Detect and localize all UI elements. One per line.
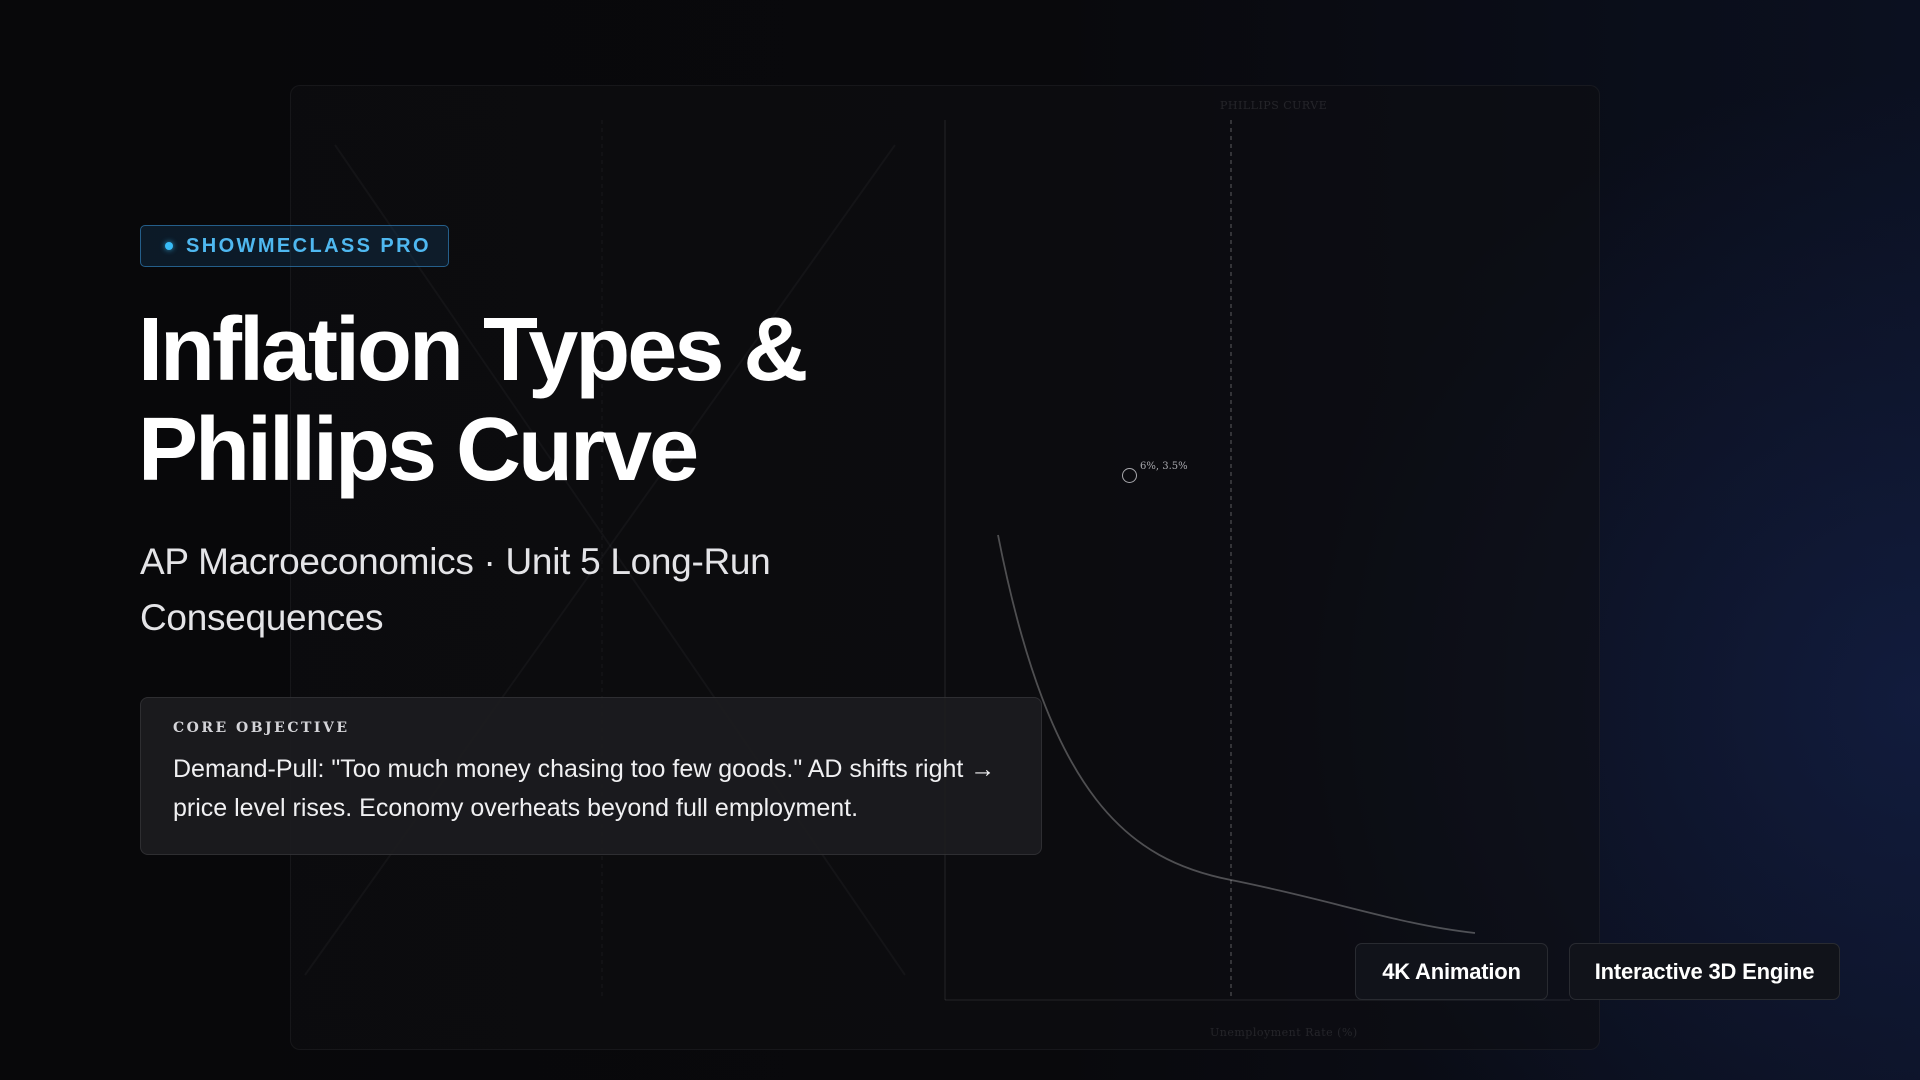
brand-badge-label: SHOWMECLASS PRO <box>186 234 431 257</box>
status-dot-icon <box>165 242 173 250</box>
core-objective-card: CORE OBJECTIVE Demand-Pull: "Too much mo… <box>140 697 1042 855</box>
page-title-line-2: Phillips Curve <box>138 400 699 500</box>
srpc-curve <box>997 534 1476 934</box>
page-title: Inflation Types & Phillips Curve <box>138 300 1038 500</box>
feature-4k-animation-button[interactable]: 4K Animation <box>1355 943 1548 1000</box>
slide-stage: PHILLIPS CURVE Unemployment Rate (%) 6%,… <box>0 0 1920 1080</box>
equilibrium-point-marker <box>1122 468 1137 483</box>
page-title-line-1: Inflation Types & <box>138 300 808 400</box>
brand-badge: SHOWMECLASS PRO <box>140 225 449 267</box>
core-objective-text: Demand-Pull: "Too much money chasing too… <box>173 755 996 822</box>
phillips-x-axis-label: Unemployment Rate (%) <box>1210 1026 1358 1039</box>
equilibrium-point-label: 6%, 3.5% <box>1140 461 1188 472</box>
core-objective-label: CORE OBJECTIVE <box>173 720 350 736</box>
page-subtitle: AP Macroeconomics · Unit 5 Long-Run Cons… <box>140 541 771 638</box>
phillips-chart-title: PHILLIPS CURVE <box>1220 99 1328 112</box>
feature-interactive-3d-engine-button[interactable]: Interactive 3D Engine <box>1569 943 1840 1000</box>
